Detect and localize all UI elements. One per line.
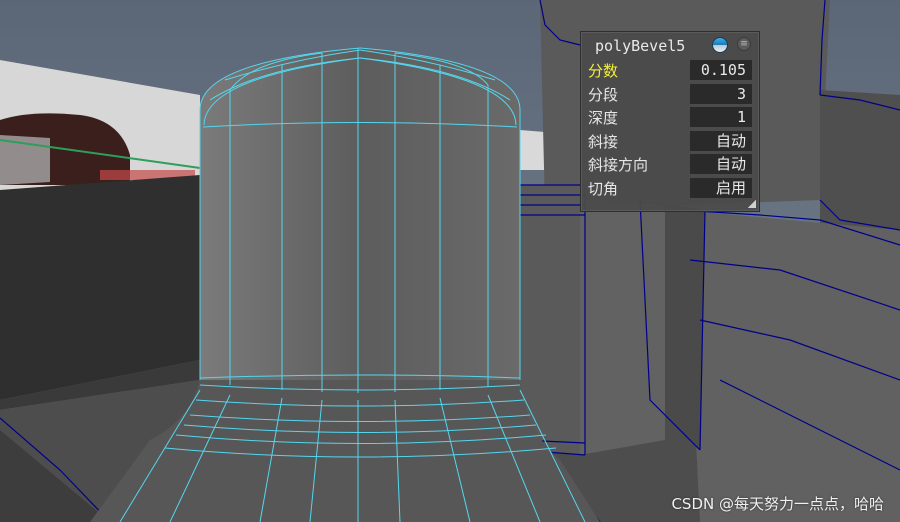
hud-row-chamfer[interactable]: 切角 启用 [584,176,756,200]
hud-row-segments[interactable]: 分段 3 [584,82,756,106]
hud-value-field[interactable]: 自动 [690,154,752,174]
viewport-scene[interactable] [0,0,900,522]
hud-attributes: 分数 0.105 分段 3 深度 1 斜接 自动 斜接方向 自动 切角 启用 [584,58,756,199]
hud-label: 切角 [588,179,619,198]
hud-label: 斜接方向 [588,156,649,174]
menu-icon[interactable]: ≡ [737,37,751,51]
hud-title: polyBevel5 [595,37,686,55]
hud-value-field[interactable]: 0.105 [690,60,752,80]
hud-row-mitering[interactable]: 斜接 自动 [584,129,756,153]
hud-header: polyBevel5 ≡ [581,32,759,58]
hud-label: 分数 [588,62,619,80]
resize-grip-icon[interactable] [748,200,756,208]
maya-viewport[interactable]: polyBevel5 ≡ 分数 0.105 分段 3 深度 1 斜接 自动 斜接… [0,0,900,522]
hud-value-field[interactable]: 启用 [690,177,752,198]
hud-value-field[interactable]: 3 [690,83,752,104]
watermark: CSDN @每天努力一点点，哈哈 [671,495,884,513]
lock-icon[interactable] [712,37,728,53]
polybevel-hud[interactable]: polyBevel5 ≡ 分数 0.105 分段 3 深度 1 斜接 自动 斜接… [580,31,760,212]
hud-value-field[interactable]: 自动 [690,130,752,151]
hud-row-fraction[interactable]: 分数 0.105 [584,58,756,82]
hud-row-depth[interactable]: 深度 1 [584,105,756,129]
hud-label: 斜接 [588,132,619,151]
hud-value-field[interactable]: 1 [690,107,752,127]
hud-label: 深度 [588,109,619,127]
hud-label: 分段 [588,85,619,104]
hud-row-miter-along[interactable]: 斜接方向 自动 [584,152,756,176]
